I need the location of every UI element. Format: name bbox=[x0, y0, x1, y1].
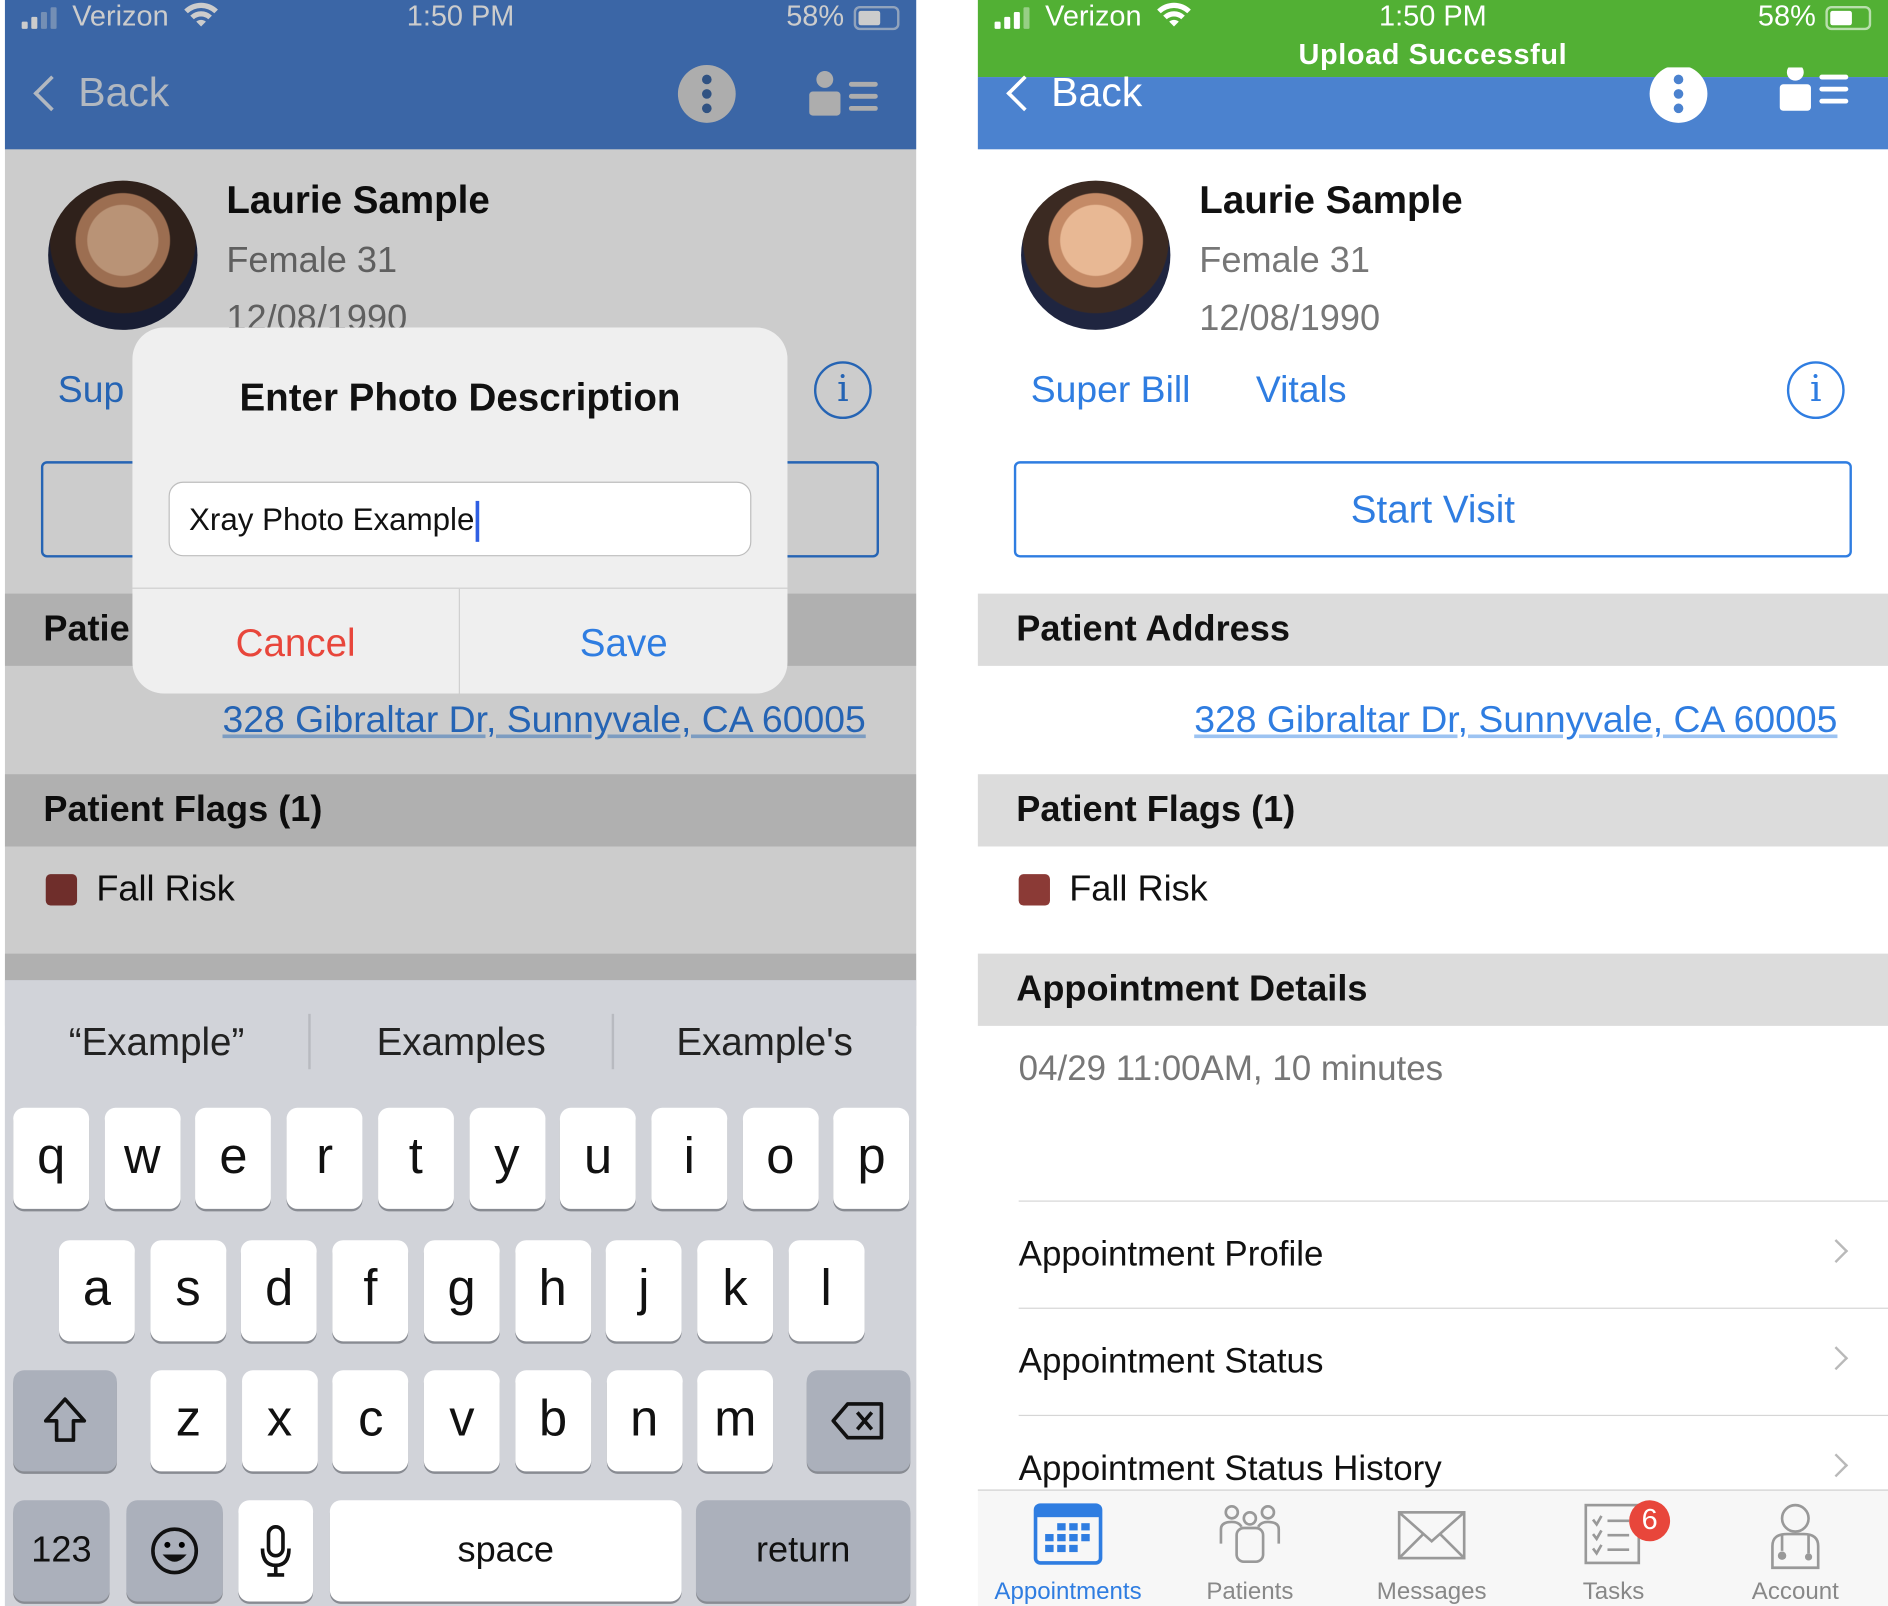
tab-label: Tasks bbox=[1582, 1578, 1645, 1606]
appointment-profile-row[interactable]: Appointment Profile bbox=[1018, 1200, 1888, 1307]
key-j[interactable]: j bbox=[605, 1240, 682, 1342]
tab-label: Patients bbox=[1206, 1578, 1294, 1606]
photo-description-input[interactable]: Xray Photo Example bbox=[168, 481, 752, 557]
suggestion-2[interactable]: Examples bbox=[309, 980, 612, 1100]
patient-sex-age: Female 31 bbox=[1199, 240, 1370, 281]
doctor-icon bbox=[1771, 1503, 1820, 1570]
battery-percent: 58% bbox=[1757, 0, 1816, 33]
key-c[interactable]: c bbox=[332, 1370, 409, 1472]
clock: 1:50 PM bbox=[1379, 0, 1487, 33]
address-link[interactable]: 328 Gibraltar Dr, Sunnyvale, CA 60005 bbox=[1194, 698, 1837, 741]
key-r[interactable]: r bbox=[286, 1107, 363, 1209]
back-button[interactable]: Back bbox=[1002, 70, 1142, 117]
key-p[interactable]: p bbox=[833, 1107, 910, 1209]
patients-icon bbox=[1219, 1505, 1281, 1564]
patient-avatar bbox=[1021, 180, 1171, 330]
tab-patients[interactable]: Patients bbox=[1160, 1491, 1341, 1606]
battery-icon bbox=[1825, 6, 1872, 31]
back-label: Back bbox=[1051, 69, 1143, 116]
text-cursor bbox=[475, 501, 480, 542]
key-o[interactable]: o bbox=[742, 1107, 819, 1209]
key-n[interactable]: n bbox=[606, 1370, 683, 1472]
status-bar: Verizon 1:50 PM 58% bbox=[978, 0, 1888, 36]
suggestion-1[interactable]: “Example” bbox=[5, 980, 308, 1100]
tab-bar: Appointments Patients Messages 6 Tasks A… bbox=[977, 1489, 1888, 1606]
flag-label: Fall Risk bbox=[1069, 869, 1208, 910]
vitals-link[interactable]: Vitals bbox=[1256, 368, 1347, 411]
flag-color-swatch bbox=[1018, 874, 1050, 906]
patient-dob: 12/08/1990 bbox=[1199, 298, 1381, 339]
patient-name: Laurie Sample bbox=[1199, 178, 1463, 222]
chevron-left-icon bbox=[1006, 75, 1042, 112]
delete-key[interactable] bbox=[806, 1370, 911, 1472]
emoji-key[interactable] bbox=[126, 1500, 223, 1602]
key-q[interactable]: q bbox=[13, 1107, 90, 1209]
calendar-icon bbox=[1033, 1503, 1103, 1565]
key-d[interactable]: d bbox=[241, 1240, 318, 1342]
tab-account[interactable]: Account bbox=[1705, 1491, 1886, 1606]
chevron-right-icon bbox=[1824, 1453, 1849, 1478]
section-header-address: Patient Address bbox=[977, 593, 1888, 666]
key-t[interactable]: t bbox=[377, 1107, 454, 1209]
tab-messages[interactable]: Messages bbox=[1341, 1491, 1522, 1606]
super-bill-link[interactable]: Super Bill bbox=[1031, 368, 1191, 411]
key-u[interactable]: u bbox=[560, 1107, 636, 1209]
save-button[interactable]: Save bbox=[460, 589, 788, 694]
key-k[interactable]: k bbox=[697, 1240, 773, 1342]
row-label: Appointment Status History bbox=[1018, 1449, 1442, 1489]
key-y[interactable]: y bbox=[468, 1107, 545, 1209]
section-header-appointment: Appointment Details bbox=[977, 953, 1888, 1026]
key-g[interactable]: g bbox=[423, 1240, 500, 1342]
appointment-time: 04/29 11:00AM, 10 minutes bbox=[1018, 1049, 1444, 1089]
key-f[interactable]: f bbox=[332, 1240, 409, 1342]
tab-label: Appointments bbox=[994, 1578, 1142, 1606]
photo-description-dialog: Enter Photo Description Xray Photo Examp… bbox=[132, 327, 788, 694]
tab-label: Account bbox=[1751, 1578, 1839, 1606]
dialog-title: Enter Photo Description bbox=[239, 375, 681, 420]
input-value: Xray Photo Example bbox=[189, 500, 475, 538]
row-label: Appointment Status bbox=[1018, 1342, 1324, 1382]
cancel-button[interactable]: Cancel bbox=[132, 588, 460, 694]
key-w[interactable]: w bbox=[104, 1107, 181, 1209]
key-b[interactable]: b bbox=[515, 1370, 591, 1472]
envelope-icon bbox=[1397, 1511, 1466, 1560]
dictation-key[interactable] bbox=[238, 1500, 314, 1602]
key-a[interactable]: a bbox=[59, 1240, 135, 1342]
return-key[interactable]: return bbox=[695, 1500, 911, 1602]
key-l[interactable]: l bbox=[788, 1240, 865, 1342]
key-e[interactable]: e bbox=[195, 1107, 272, 1209]
dialog-buttons: Cancel Save bbox=[132, 587, 788, 694]
section-header-flags: Patient Flags (1) bbox=[977, 774, 1888, 847]
chevron-right-icon bbox=[1824, 1239, 1849, 1263]
key-s[interactable]: s bbox=[150, 1240, 226, 1342]
space-key[interactable]: space bbox=[329, 1500, 682, 1602]
info-icon[interactable]: i bbox=[1786, 361, 1845, 420]
key-z[interactable]: z bbox=[150, 1370, 227, 1472]
right-screen: Verizon 1:50 PM 58% Upload Successful Ba… bbox=[977, 0, 1888, 1606]
key-i[interactable]: i bbox=[651, 1107, 728, 1209]
more-options-button[interactable] bbox=[1649, 67, 1708, 123]
person-list-icon[interactable] bbox=[1779, 67, 1850, 115]
left-screen: Verizon 1:50 PM 58% Back Laurie Sample F… bbox=[4, 0, 917, 1606]
numbers-key[interactable]: 123 bbox=[13, 1500, 110, 1602]
key-v[interactable]: v bbox=[423, 1370, 500, 1472]
tab-appointments[interactable]: Appointments bbox=[978, 1491, 1159, 1606]
shift-key[interactable] bbox=[13, 1370, 117, 1472]
tab-label: Messages bbox=[1376, 1578, 1487, 1606]
chevron-right-icon bbox=[1824, 1346, 1849, 1371]
tasks-badge: 6 bbox=[1629, 1500, 1671, 1542]
appointment-status-row[interactable]: Appointment Status bbox=[1018, 1307, 1888, 1415]
tab-tasks[interactable]: 6 Tasks bbox=[1523, 1491, 1704, 1606]
key-x[interactable]: x bbox=[241, 1370, 318, 1472]
start-visit-button[interactable]: Start Visit bbox=[1013, 461, 1852, 558]
flag-item: Fall Risk bbox=[1018, 869, 1208, 910]
key-h[interactable]: h bbox=[514, 1240, 591, 1342]
key-m[interactable]: m bbox=[697, 1370, 774, 1472]
keyboard: “Example” Examples Example's qwertyuiop a… bbox=[4, 980, 917, 1606]
row-label: Appointment Profile bbox=[1018, 1235, 1324, 1274]
suggestion-3[interactable]: Example's bbox=[613, 980, 916, 1100]
